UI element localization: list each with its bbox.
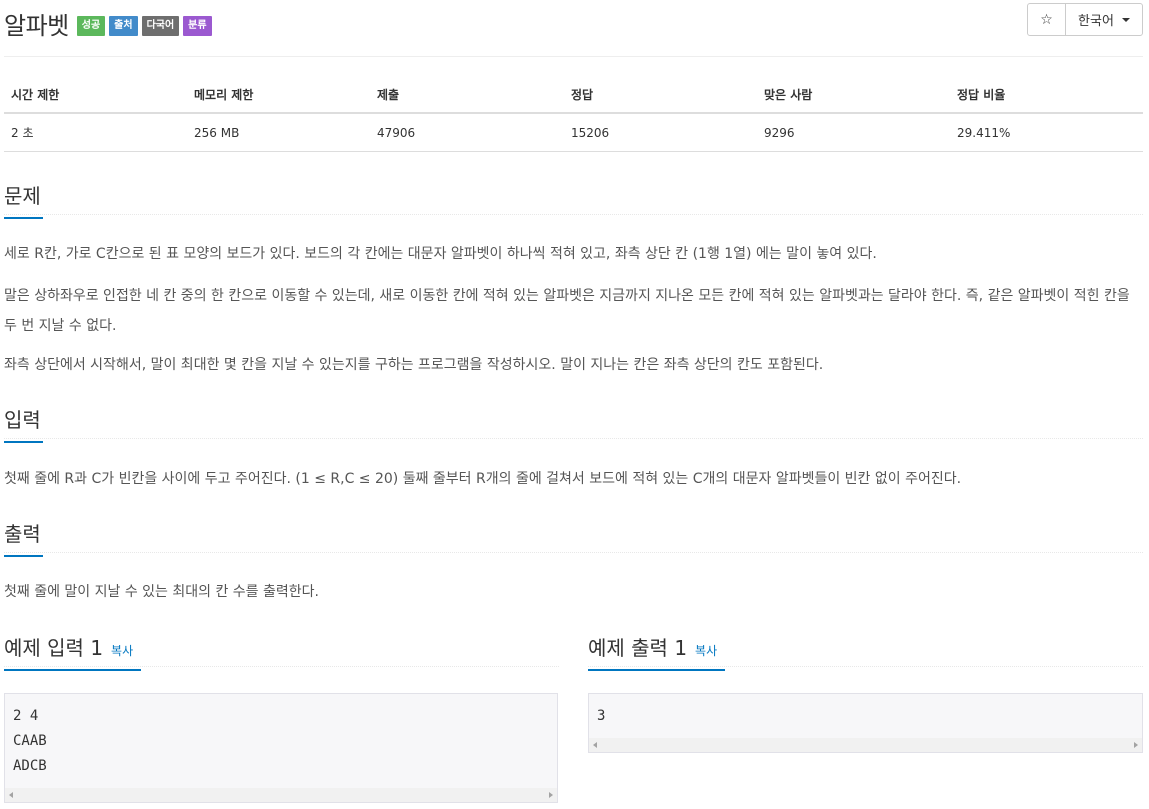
table-header-row: 시간 제한 메모리 제한 제출 정답 맞은 사람 정답 비율 (4, 76, 1143, 114)
badge-source[interactable]: 출처 (109, 15, 138, 36)
title-row: 알파벳 성공 출처 다국어 분류 (4, 6, 216, 41)
heading-underline (4, 669, 141, 671)
submissions-value: 47906 (370, 113, 564, 152)
sample-output-text[interactable]: 3 (589, 694, 1142, 729)
scroll-left-icon[interactable] (593, 742, 597, 748)
input-heading-text: 입력 (4, 408, 41, 432)
scroll-right-icon[interactable] (1134, 742, 1138, 748)
star-icon: ☆ (1040, 11, 1053, 28)
heading-underline (4, 555, 43, 557)
input-description: 첫째 줄에 R과 C가 빈칸을 사이에 두고 주어진다. (1 ≤ R,C ≤ … (4, 471, 962, 487)
section-divider (4, 666, 559, 667)
heading-underline (4, 217, 43, 219)
badge-category[interactable]: 분류 (183, 15, 212, 36)
problem-heading-text: 문제 (4, 184, 41, 208)
problem-paragraph-3: 좌측 상단에서 시작해서, 말이 최대한 몇 칸을 지날 수 있는지를 구하는 … (4, 357, 824, 373)
badge-success[interactable]: 성공 (76, 15, 106, 36)
heading-underline (4, 441, 43, 443)
problem-info-table: 시간 제한 메모리 제한 제출 정답 맞은 사람 정답 비율 2 초 256 M… (4, 76, 1143, 152)
problem-paragraph-1: 세로 R칸, 가로 C칸으로 된 표 모양의 보드가 있다. 보드의 각 칸에는… (4, 246, 877, 262)
sample-input-text[interactable]: 2 4 CAAB ADCB (5, 694, 557, 779)
horizontal-scrollbar[interactable] (5, 788, 557, 802)
sample-output-heading-text: 예제 출력 1 (588, 636, 688, 660)
scroll-left-icon[interactable] (9, 792, 13, 798)
badge-multilang[interactable]: 다국어 (141, 15, 180, 36)
section-divider (588, 666, 1143, 667)
accepted-value: 15206 (564, 113, 757, 152)
time-limit-value: 2 초 (4, 113, 187, 152)
heading-underline (588, 669, 725, 671)
header-memory-limit: 메모리 제한 (187, 76, 370, 114)
section-divider (4, 438, 1143, 439)
solved-users-value: 9296 (757, 113, 950, 152)
sample-input-heading: 예제 입력 1 복사 (4, 632, 141, 671)
copy-sample-output-button[interactable]: 복사 (695, 644, 717, 658)
sample-input-heading-text: 예제 입력 1 (4, 636, 104, 660)
header-accept-ratio: 정답 비율 (950, 76, 1143, 114)
toolbar-button-group: ☆ 한국어 (1027, 3, 1143, 36)
output-heading-text: 출력 (4, 522, 41, 546)
sample-output-heading: 예제 출력 1 복사 (588, 632, 725, 671)
horizontal-scrollbar[interactable] (589, 738, 1142, 752)
table-row: 2 초 256 MB 47906 15206 9296 29.411% (4, 113, 1143, 152)
section-divider (4, 552, 1143, 553)
scroll-right-icon[interactable] (549, 792, 553, 798)
language-dropdown[interactable]: 한국어 (1066, 4, 1142, 35)
star-button[interactable]: ☆ (1028, 4, 1066, 35)
header-accepted: 정답 (564, 76, 757, 114)
input-heading: 입력 (4, 404, 43, 443)
sample-input-box[interactable]: 2 4 CAAB ADCB (4, 693, 558, 803)
header-submissions: 제출 (370, 76, 564, 114)
header-solved-users: 맞은 사람 (757, 76, 950, 114)
badge-list: 성공 출처 다국어 분류 (76, 15, 216, 36)
accept-ratio-value: 29.411% (950, 113, 1143, 152)
problem-heading: 문제 (4, 180, 43, 219)
caret-down-icon (1121, 17, 1130, 22)
memory-limit-value: 256 MB (187, 113, 370, 152)
page-title: 알파벳 (4, 12, 69, 40)
header-time-limit: 시간 제한 (4, 76, 187, 114)
language-label: 한국어 (1078, 14, 1114, 29)
problem-paragraph-2: 말은 상하좌우로 인접한 네 칸 중의 한 칸으로 이동할 수 있는데, 새로 … (4, 288, 1130, 334)
output-heading: 출력 (4, 518, 43, 557)
section-divider (4, 214, 1143, 215)
copy-sample-input-button[interactable]: 복사 (111, 644, 133, 658)
output-description: 첫째 줄에 말이 지날 수 있는 최대의 칸 수를 출력한다. (4, 584, 319, 600)
divider (4, 56, 1143, 57)
sample-output-box[interactable]: 3 (588, 693, 1143, 753)
